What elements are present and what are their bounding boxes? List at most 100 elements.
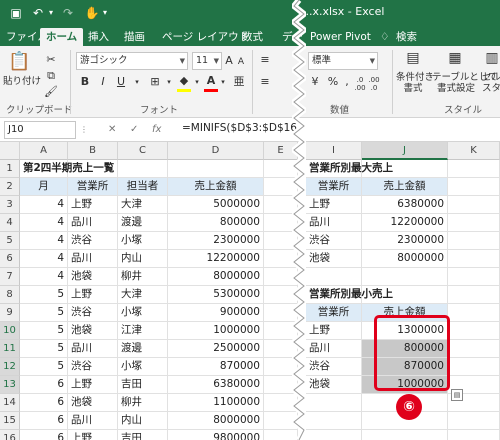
tab-power-pivot[interactable]: Power Pivot: [310, 28, 371, 46]
paste-button[interactable]: 貼り付け: [2, 76, 42, 87]
left-table-cell[interactable]: 6380000: [168, 376, 264, 394]
grid-cell[interactable]: [448, 322, 500, 340]
grid-cell[interactable]: [306, 430, 362, 440]
left-table-cell[interactable]: 5: [20, 358, 68, 376]
grid-cell[interactable]: [448, 232, 500, 250]
touch-mode-icon[interactable]: ✋: [84, 4, 100, 22]
min-table-cell[interactable]: 上野: [306, 322, 362, 340]
left-table-cell[interactable]: 4: [20, 250, 68, 268]
max-table-cell[interactable]: 渋谷: [306, 232, 362, 250]
left-table-cell[interactable]: 12200000: [168, 250, 264, 268]
left-table-cell[interactable]: 5000000: [168, 196, 264, 214]
select-all-corner[interactable]: [0, 142, 20, 160]
left-table-cell[interactable]: 大津: [118, 286, 168, 304]
max-table-cell[interactable]: 上野: [306, 196, 362, 214]
left-table-cell[interactable]: 渋谷: [68, 358, 118, 376]
fill-color-dropdown-icon[interactable]: ▾: [192, 74, 202, 90]
left-table-cell[interactable]: 5: [20, 286, 68, 304]
row-header[interactable]: 16: [0, 430, 20, 440]
left-table-cell[interactable]: 上野: [68, 286, 118, 304]
redo-icon[interactable]: ↷: [60, 4, 76, 22]
underline-button[interactable]: U: [114, 74, 128, 90]
font-name-select[interactable]: 游ゴシック ▼: [76, 52, 188, 70]
max-table-cell[interactable]: 品川: [306, 214, 362, 232]
max-table-cell[interactable]: 池袋: [306, 250, 362, 268]
grid-cell[interactable]: [448, 196, 500, 214]
left-table-cell[interactable]: 柳井: [118, 394, 168, 412]
left-table-header[interactable]: 担当者: [118, 178, 168, 196]
insert-function-button[interactable]: fx: [152, 121, 161, 139]
row-header[interactable]: 1: [0, 160, 20, 178]
left-table-cell[interactable]: 小塚: [118, 232, 168, 250]
max-table-cell[interactable]: 6380000: [362, 196, 448, 214]
grid-cell[interactable]: [448, 358, 500, 376]
left-table-cell[interactable]: 上野: [68, 196, 118, 214]
grid-cell[interactable]: [448, 250, 500, 268]
format-as-table-button[interactable]: テーブルとして 書式設定: [432, 72, 498, 94]
grid-cell[interactable]: [448, 268, 500, 286]
grid-cell[interactable]: [448, 286, 500, 304]
grid-cell[interactable]: [362, 268, 448, 286]
column-header-b[interactable]: B: [68, 142, 118, 160]
underline-dropdown-icon[interactable]: ▾: [132, 74, 142, 90]
more-options-icon[interactable]: ⋮: [80, 121, 88, 139]
left-table-cell[interactable]: 品川: [68, 412, 118, 430]
left-table-cell[interactable]: 吉田: [118, 376, 168, 394]
left-table-cell[interactable]: 900000: [168, 304, 264, 322]
column-header-k[interactable]: K: [448, 142, 500, 160]
left-table-cell[interactable]: 2500000: [168, 340, 264, 358]
left-table-cell[interactable]: 渋谷: [68, 232, 118, 250]
left-table-cell[interactable]: 渡邊: [118, 340, 168, 358]
grid-cell[interactable]: [306, 268, 362, 286]
row-header[interactable]: 14: [0, 394, 20, 412]
left-table-cell[interactable]: 渋谷: [68, 304, 118, 322]
left-table-title[interactable]: 第2四半期売上一覧: [20, 160, 160, 178]
number-format-select[interactable]: 標準 ▼: [308, 52, 378, 70]
left-table-header[interactable]: 売上金額: [168, 178, 264, 196]
grid-cell[interactable]: [448, 412, 500, 430]
spreadsheet-grid[interactable]: A B C D E I J K 1 2 3 4 5 6 7 8 9 10 11 12 13 14 15 16 第2四半期売上一覧…: [0, 142, 500, 440]
left-table-cell[interactable]: 渡邊: [118, 214, 168, 232]
grid-cell[interactable]: [448, 178, 500, 196]
left-table-cell[interactable]: 870000: [168, 358, 264, 376]
left-table-cell[interactable]: 品川: [68, 250, 118, 268]
column-header-c[interactable]: C: [118, 142, 168, 160]
left-table-cell[interactable]: 小塚: [118, 358, 168, 376]
format-painter-icon[interactable]: 🖌: [44, 84, 58, 100]
grid-cell[interactable]: [448, 340, 500, 358]
left-table-cell[interactable]: 4: [20, 232, 68, 250]
left-table-cell[interactable]: 内山: [118, 250, 168, 268]
left-table-cell[interactable]: 5: [20, 304, 68, 322]
left-table-cell[interactable]: 池袋: [68, 394, 118, 412]
grid-cell[interactable]: [448, 160, 500, 178]
left-table-header[interactable]: 営業所: [68, 178, 118, 196]
column-header-a[interactable]: A: [20, 142, 68, 160]
format-as-table-icon[interactable]: ▦: [446, 50, 464, 70]
formula-input[interactable]: =MINIFS($D$3:$D$16,: [182, 122, 300, 134]
lightbulb-icon[interactable]: ♢: [380, 28, 389, 46]
row-header[interactable]: 11: [0, 340, 20, 358]
currency-icon[interactable]: ¥: [308, 74, 322, 90]
row-header[interactable]: 3: [0, 196, 20, 214]
min-table-title[interactable]: 営業所別最小売上: [306, 286, 446, 304]
left-table-header[interactable]: 月: [20, 178, 68, 196]
left-table-cell[interactable]: 吉田: [118, 430, 168, 440]
left-table-cell[interactable]: 4: [20, 214, 68, 232]
left-table-cell[interactable]: 6: [20, 376, 68, 394]
row-header[interactable]: 9: [0, 304, 20, 322]
left-table-cell[interactable]: 5: [20, 340, 68, 358]
max-table-header[interactable]: 売上金額: [362, 178, 448, 196]
font-size-select[interactable]: 11 ▼: [192, 52, 222, 70]
left-table-cell[interactable]: 8000000: [168, 268, 264, 286]
border-icon[interactable]: ⊞: [146, 74, 164, 90]
min-table-cell[interactable]: 池袋: [306, 376, 362, 394]
border-dropdown-icon[interactable]: ▾: [164, 74, 174, 90]
decrease-decimal-button[interactable]: .00 .0: [368, 76, 380, 92]
tab-draw[interactable]: 描画: [124, 28, 145, 46]
tab-search[interactable]: 検索: [396, 28, 417, 46]
copy-icon[interactable]: ⧉: [44, 68, 58, 84]
grid-cell[interactable]: [306, 412, 362, 430]
left-table-cell[interactable]: 品川: [68, 214, 118, 232]
max-table-header[interactable]: 営業所: [306, 178, 362, 196]
max-table-cell[interactable]: 8000000: [362, 250, 448, 268]
